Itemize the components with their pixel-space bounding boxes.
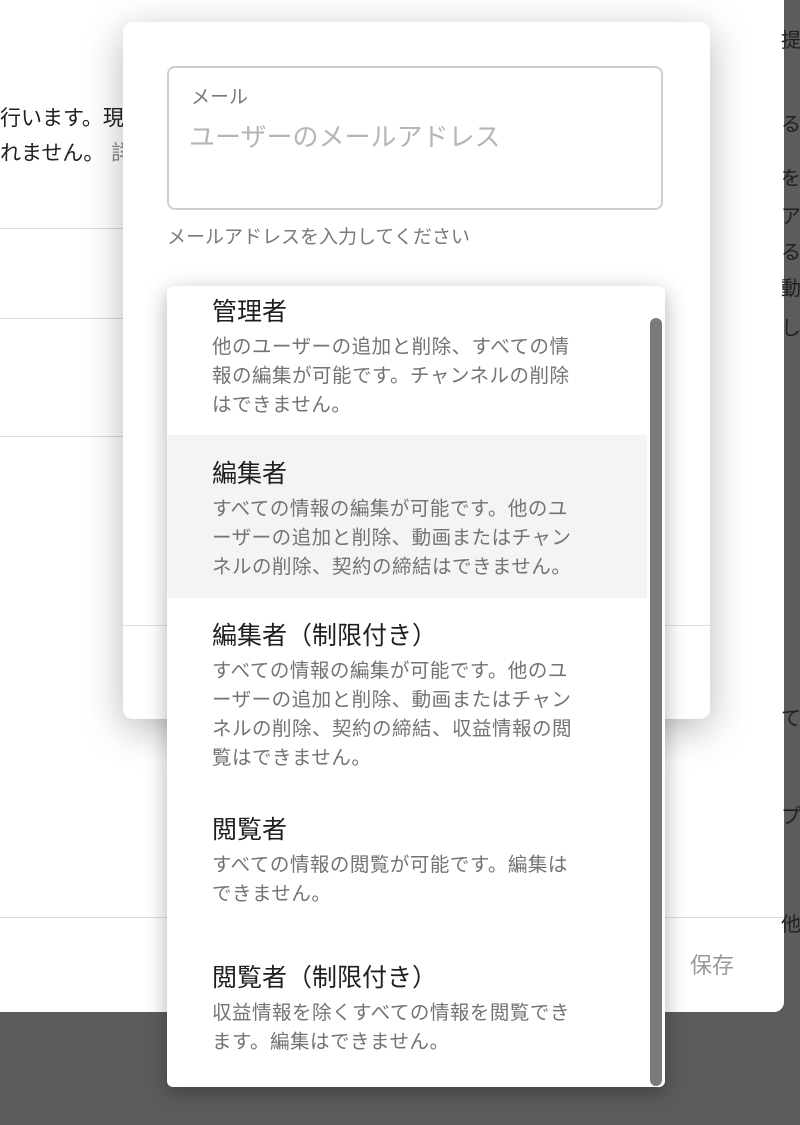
background-right-text: し bbox=[781, 316, 800, 340]
background-right-text: て bbox=[781, 706, 800, 730]
email-field[interactable]: メール bbox=[167, 66, 663, 210]
role-option-title: 閲覧者（制限付き） bbox=[212, 963, 438, 992]
role-option-title: 閲覧者 bbox=[212, 815, 288, 844]
background-right-text: る bbox=[781, 240, 800, 264]
role-option-title: 編集者 bbox=[212, 459, 288, 488]
role-option-description: すべての情報の編集が可能です。他のユ ーザーの追加と削除、動画またはチャン ネル… bbox=[212, 497, 572, 578]
background-text-line-1: 行います。現 bbox=[0, 106, 124, 130]
role-option-editor-limited[interactable]: 編集者（制限付き） すべての情報の編集が可能です。他のユ ーザーの追加と削除、動… bbox=[167, 598, 647, 798]
background-right-text: を bbox=[781, 166, 800, 190]
email-input[interactable] bbox=[189, 118, 629, 158]
background-divider bbox=[0, 917, 170, 918]
background-right-text: 他 bbox=[781, 912, 800, 936]
role-option-admin[interactable]: 管理者 他のユーザーの追加と削除、すべての情 報の編集が可能です。チャンネルの削… bbox=[167, 286, 647, 435]
email-helper-text: メールアドレスを入力してください bbox=[167, 226, 470, 248]
background-divider bbox=[0, 318, 130, 319]
save-button[interactable]: 保存 bbox=[690, 948, 734, 980]
background-right-text: 動 bbox=[781, 276, 800, 300]
background-right-text: プ bbox=[781, 804, 800, 828]
background-divider bbox=[0, 436, 130, 437]
background-right-text: る bbox=[781, 112, 800, 136]
background-text-line-2-body: れません。 bbox=[0, 141, 105, 165]
role-option-editor[interactable]: 編集者 すべての情報の編集が可能です。他のユ ーザーの追加と削除、動画またはチャ… bbox=[167, 435, 647, 598]
email-field-label: メール bbox=[191, 86, 249, 108]
role-dropdown-menu: 管理者 他のユーザーの追加と削除、すべての情 報の編集が可能です。チャンネルの削… bbox=[167, 286, 665, 1087]
background-divider bbox=[0, 228, 130, 229]
background-right-text: ア bbox=[781, 204, 800, 228]
role-option-description: 収益情報を除くすべての情報を閲覧でき ます。編集はできません。 bbox=[212, 1001, 570, 1053]
dropdown-scrollbar[interactable] bbox=[650, 318, 662, 1086]
role-option-title: 管理者 bbox=[212, 297, 288, 326]
background-divider bbox=[665, 917, 784, 918]
background-text-line-2: れません。 詳 bbox=[0, 137, 132, 169]
role-option-viewer-limited[interactable]: 閲覧者（制限付き） 収益情報を除くすべての情報を閲覧でき ます。編集はできません… bbox=[167, 938, 647, 1087]
role-option-description: すべての情報の閲覧が可能です。編集は できません。 bbox=[212, 853, 568, 905]
role-option-description: 他のユーザーの追加と削除、すべての情 報の編集が可能です。チャンネルの削除 はで… bbox=[212, 335, 570, 416]
role-option-title: 編集者（制限付き） bbox=[212, 621, 438, 650]
role-option-description: すべての情報の編集が可能です。他のユ ーザーの追加と削除、動画またはチャン ネル… bbox=[212, 659, 573, 769]
role-option-viewer[interactable]: 閲覧者 すべての情報の閲覧が可能です。編集は できません。 bbox=[167, 798, 647, 938]
background-right-text: 提実 bbox=[781, 28, 800, 52]
